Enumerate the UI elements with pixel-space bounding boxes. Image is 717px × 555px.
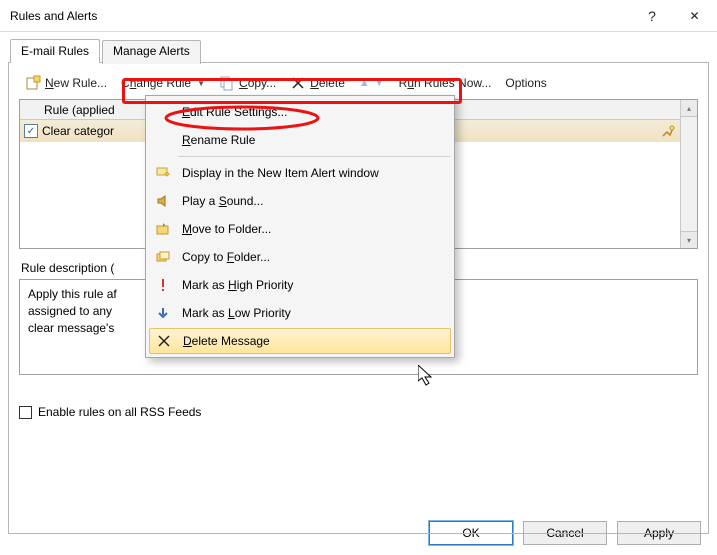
move-folder-icon — [152, 221, 174, 237]
rules-toolbar: New Rule... Change Rule ▼ Copy... Delete… — [19, 71, 698, 95]
menu-rename-rule[interactable]: Rename Rule — [148, 126, 452, 154]
delete-button[interactable]: Delete — [284, 73, 351, 93]
action-icon — [660, 123, 676, 139]
menu-display-alert[interactable]: Display in the New Item Alert window — [148, 159, 452, 187]
scroll-up-icon[interactable]: ▴ — [681, 100, 697, 117]
menu-edit-rule-settings[interactable]: Edit Rule Settings... — [148, 98, 452, 126]
options-button[interactable]: Options — [499, 74, 552, 92]
help-button[interactable]: ? — [632, 0, 672, 32]
titlebar: Rules and Alerts ? ✕ — [0, 0, 717, 32]
window-title: Rules and Alerts — [10, 9, 632, 23]
menu-mark-high[interactable]: Mark as High Priority — [148, 271, 452, 299]
scroll-down-icon[interactable]: ▾ — [681, 231, 697, 248]
table-scrollbar[interactable]: ▴ ▾ — [680, 100, 697, 248]
menu-play-sound[interactable]: Play a Sound... — [148, 187, 452, 215]
change-rule-button[interactable]: Change Rule ▼ — [115, 74, 211, 92]
sound-icon — [152, 193, 174, 209]
move-up-icon[interactable]: ▲ — [359, 77, 370, 89]
copy-icon — [219, 75, 235, 91]
run-rules-now-button[interactable]: Run Rules Now... — [393, 74, 498, 92]
move-down-icon[interactable]: ▼ — [374, 77, 385, 89]
tab-strip: E-mail Rules Manage Alerts — [10, 38, 717, 62]
copy-folder-icon — [152, 249, 174, 265]
change-rule-menu: Edit Rule Settings... Rename Rule Displa… — [145, 95, 455, 358]
alert-star-icon — [152, 165, 174, 181]
menu-mark-low[interactable]: Mark as Low Priority — [148, 299, 452, 327]
copy-button[interactable]: Copy... — [213, 73, 282, 93]
tab-email-rules[interactable]: E-mail Rules — [10, 39, 100, 63]
rss-checkbox[interactable] — [19, 406, 32, 419]
tab-manage-alerts[interactable]: Manage Alerts — [102, 40, 201, 64]
menu-move-folder[interactable]: Move to Folder... — [148, 215, 452, 243]
low-priority-icon — [152, 305, 174, 321]
delete-x-icon — [153, 335, 175, 347]
delete-x-icon — [290, 75, 306, 91]
close-button[interactable]: ✕ — [672, 0, 717, 32]
row-name: Clear categor — [42, 124, 114, 138]
move-up-down: ▲ ▼ — [353, 77, 391, 89]
new-rule-icon — [25, 75, 41, 91]
high-priority-icon — [152, 277, 174, 293]
menu-delete-message[interactable]: Delete Message — [149, 328, 451, 354]
row-checkbox[interactable]: ✓ — [24, 124, 38, 138]
rss-label: Enable rules on all RSS Feeds — [38, 405, 201, 419]
chevron-down-icon: ▼ — [197, 79, 205, 88]
rss-checkbox-row: Enable rules on all RSS Feeds — [19, 405, 698, 419]
menu-copy-folder[interactable]: Copy to Folder... — [148, 243, 452, 271]
menu-separator — [178, 156, 450, 157]
new-rule-button[interactable]: New Rule... — [19, 73, 113, 93]
